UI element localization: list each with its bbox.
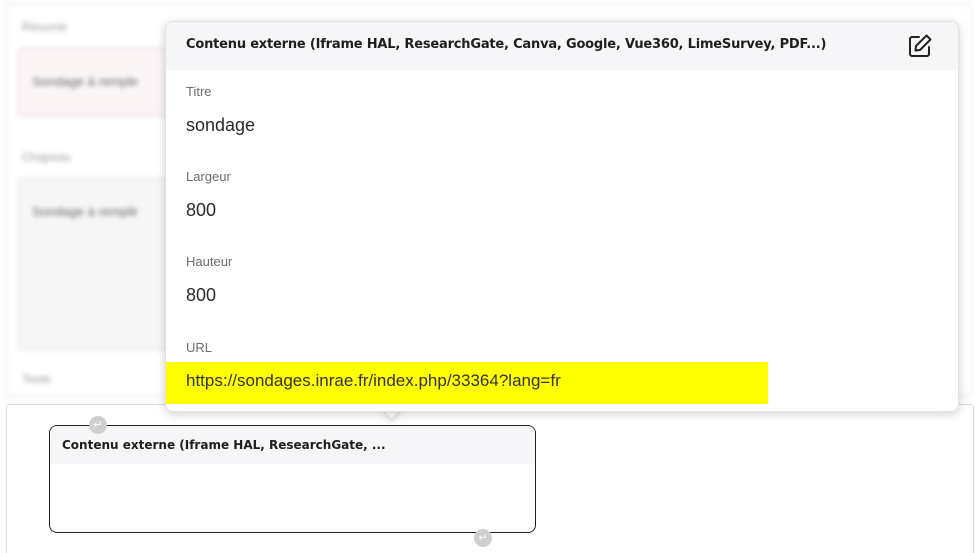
background-label-chapeau: Chapeau [22,150,71,164]
background-label-resume: Résumé [22,20,67,34]
background-field-chapeau-text: Sondage à remplir [32,204,139,219]
titre-label: Titre [186,84,212,99]
popup-header: Contenu externe (Iframe HAL, ResearchGat… [166,22,958,70]
hauteur-label: Hauteur [186,254,233,269]
background-label-texte: Texte [22,372,51,386]
editor-screen: Résumé Sondage à remplir Chapeau Sondage… [0,0,975,553]
hauteur-value: 800 [186,285,217,305]
url-value: https://sondages.inrae.fr/index.php/3336… [186,371,561,390]
popup-title: Contenu externe (Iframe HAL, ResearchGat… [186,37,827,52]
url-label: URL [186,340,213,355]
edit-icon[interactable] [907,33,933,59]
insert-paragraph-after-icon[interactable]: ↵ [474,529,492,547]
insert-paragraph-before-icon[interactable]: ↵ [89,416,107,434]
external-content-popup: Contenu externe (Iframe HAL, ResearchGat… [165,21,959,412]
largeur-label: Largeur [186,169,231,184]
external-content-block[interactable]: Contenu externe (Iframe HAL, ResearchGat… [49,425,536,533]
external-content-block-title: Contenu externe (Iframe HAL, ResearchGat… [50,426,535,464]
largeur-value: 800 [186,200,217,220]
titre-value: sondage [186,115,256,135]
background-field-resume-text: Sondage à remplir [32,74,139,89]
